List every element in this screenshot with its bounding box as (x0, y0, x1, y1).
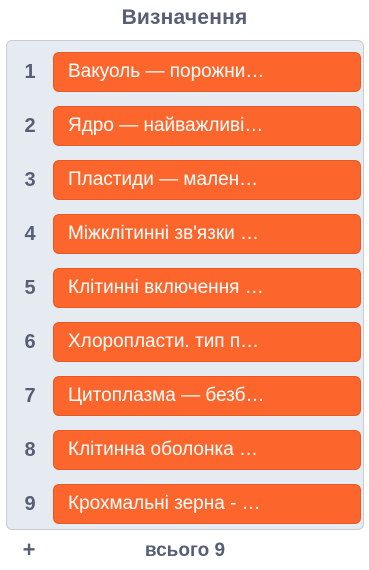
list-row: 8 Клітинна оболонка … (7, 427, 363, 473)
list-item-value[interactable]: Крохмальні зерна - … (53, 484, 361, 524)
row-index: 7 (24, 385, 36, 407)
list-row: 6 Хлоропласти. тип п… (7, 319, 363, 365)
list-row: 2 Ядро — найважливі… (7, 103, 363, 149)
list-row: 3 Пластиди — мален… (7, 157, 363, 203)
row-index: 2 (24, 115, 36, 137)
list-item-value[interactable]: Цитоплазма — безб… (53, 376, 361, 416)
row-index: 5 (24, 277, 36, 299)
list-row: 9 Крохмальні зерна - … (7, 481, 363, 527)
row-index: 6 (24, 331, 36, 353)
list-monitor: Визначення 1 Вакуоль — порожни… 2 Ядро —… (0, 0, 369, 570)
row-index: 3 (24, 169, 36, 191)
add-item-button[interactable]: + (18, 536, 40, 566)
list-items-container[interactable]: 1 Вакуоль — порожни… 2 Ядро — найважливі… (6, 40, 364, 530)
row-index: 1 (24, 61, 36, 83)
row-index: 8 (24, 439, 36, 461)
list-item-value[interactable]: Вакуоль — порожни… (53, 52, 361, 92)
list-item-value[interactable]: Клітинна оболонка … (53, 430, 361, 470)
list-row: 1 Вакуоль — порожни… (7, 49, 363, 95)
list-length-label: всього 9 (144, 540, 226, 561)
list-title: Визначення (121, 6, 248, 29)
list-row: 7 Цитоплазма — безб… (7, 373, 363, 419)
list-item-value[interactable]: Ядро — найважливі… (53, 106, 361, 146)
list-item-value[interactable]: Клітинні включення … (53, 268, 361, 308)
row-index: 9 (24, 493, 36, 515)
list-footer: всього 9 + (6, 536, 364, 566)
list-item-value[interactable]: Хлоропласти. тип п… (53, 322, 361, 362)
list-row: 4 Міжклітинні зв'язки … (7, 211, 363, 257)
list-item-value[interactable]: Міжклітинні зв'язки … (53, 214, 361, 254)
list-row: 5 Клітинні включення … (7, 265, 363, 311)
row-index: 4 (24, 223, 36, 245)
list-item-value[interactable]: Пластиди — мален… (53, 160, 361, 200)
